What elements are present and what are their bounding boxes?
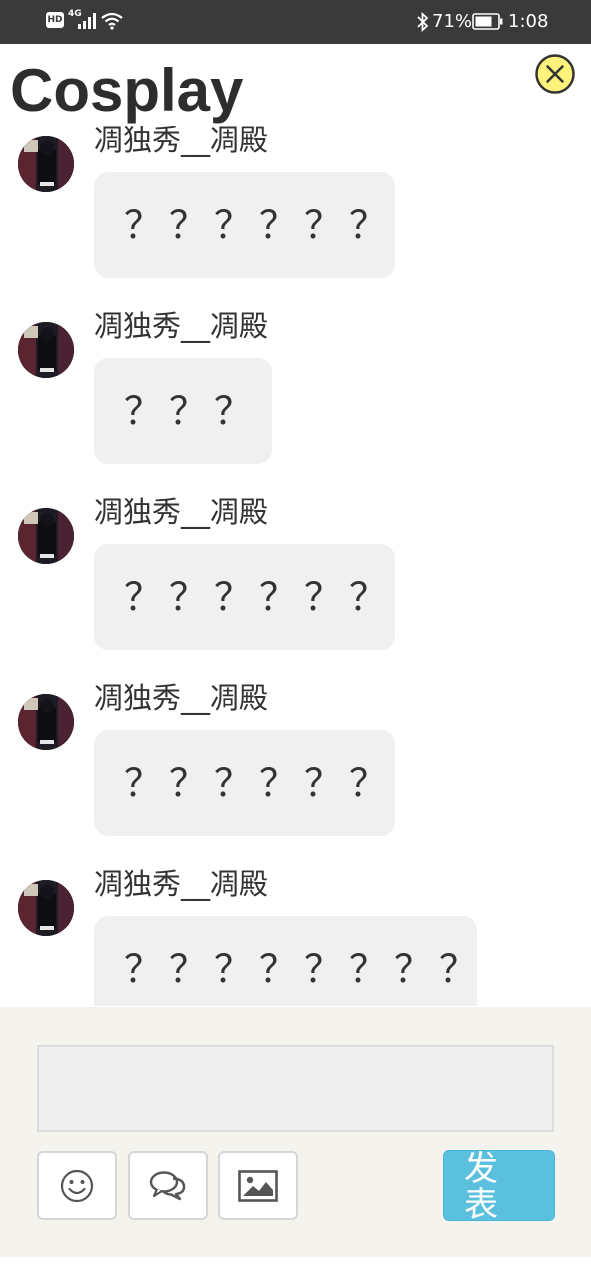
signal-icon [78, 13, 96, 29]
avatar[interactable] [18, 322, 74, 378]
avatar[interactable] [18, 136, 74, 192]
page-title: Cosplay [10, 57, 244, 124]
message-list[interactable]: 凋独秀__凋殿 ？？？？？？ 凋独秀__凋殿 ？？？ 凋独秀__凋殿 ？？？？？… [0, 126, 591, 1006]
image-button[interactable] [218, 1151, 298, 1220]
comment-button[interactable] [128, 1151, 208, 1220]
message-username: 凋独秀__凋殿 [94, 681, 269, 715]
send-button[interactable]: 发表 [443, 1150, 555, 1221]
bottom-strip [0, 1257, 591, 1280]
message-username: 凋独秀__凋殿 [94, 309, 269, 343]
message-bubble: ？？？？？？ [94, 172, 395, 278]
message-username: 凋独秀__凋殿 [94, 126, 269, 157]
emoji-button[interactable] [37, 1151, 117, 1220]
status-bar: HD 4G 71% 1:08 [0, 0, 591, 44]
wifi-icon [101, 12, 123, 30]
hd-badge: HD [46, 12, 64, 28]
message-bubble: ？？？？？？？？ [94, 916, 477, 1006]
message-bubble: ？？？ [94, 358, 272, 464]
battery-icon [472, 13, 503, 30]
message-bubble: ？？？？？？ [94, 730, 395, 836]
message-username: 凋独秀__凋殿 [94, 495, 269, 529]
close-button[interactable] [535, 54, 575, 94]
avatar[interactable] [18, 880, 74, 936]
avatar[interactable] [18, 694, 74, 750]
smiley-icon [60, 1169, 94, 1202]
close-icon [535, 54, 575, 94]
composer-panel: 发表 [0, 1007, 591, 1257]
image-icon [238, 1169, 278, 1202]
chat-bubbles-icon [149, 1170, 186, 1200]
battery-percent: 71% [432, 11, 473, 32]
avatar[interactable] [18, 508, 74, 564]
app-screen: HD 4G 71% 1:08 Cosplay 凋独秀__凋殿 ？？？？？？ 凋独… [0, 0, 591, 1280]
message-bubble: ？？？？？？ [94, 544, 395, 650]
bluetooth-icon [417, 12, 429, 32]
message-input[interactable] [37, 1045, 554, 1132]
clock: 1:08 [508, 11, 549, 32]
message-username: 凋独秀__凋殿 [94, 867, 269, 901]
